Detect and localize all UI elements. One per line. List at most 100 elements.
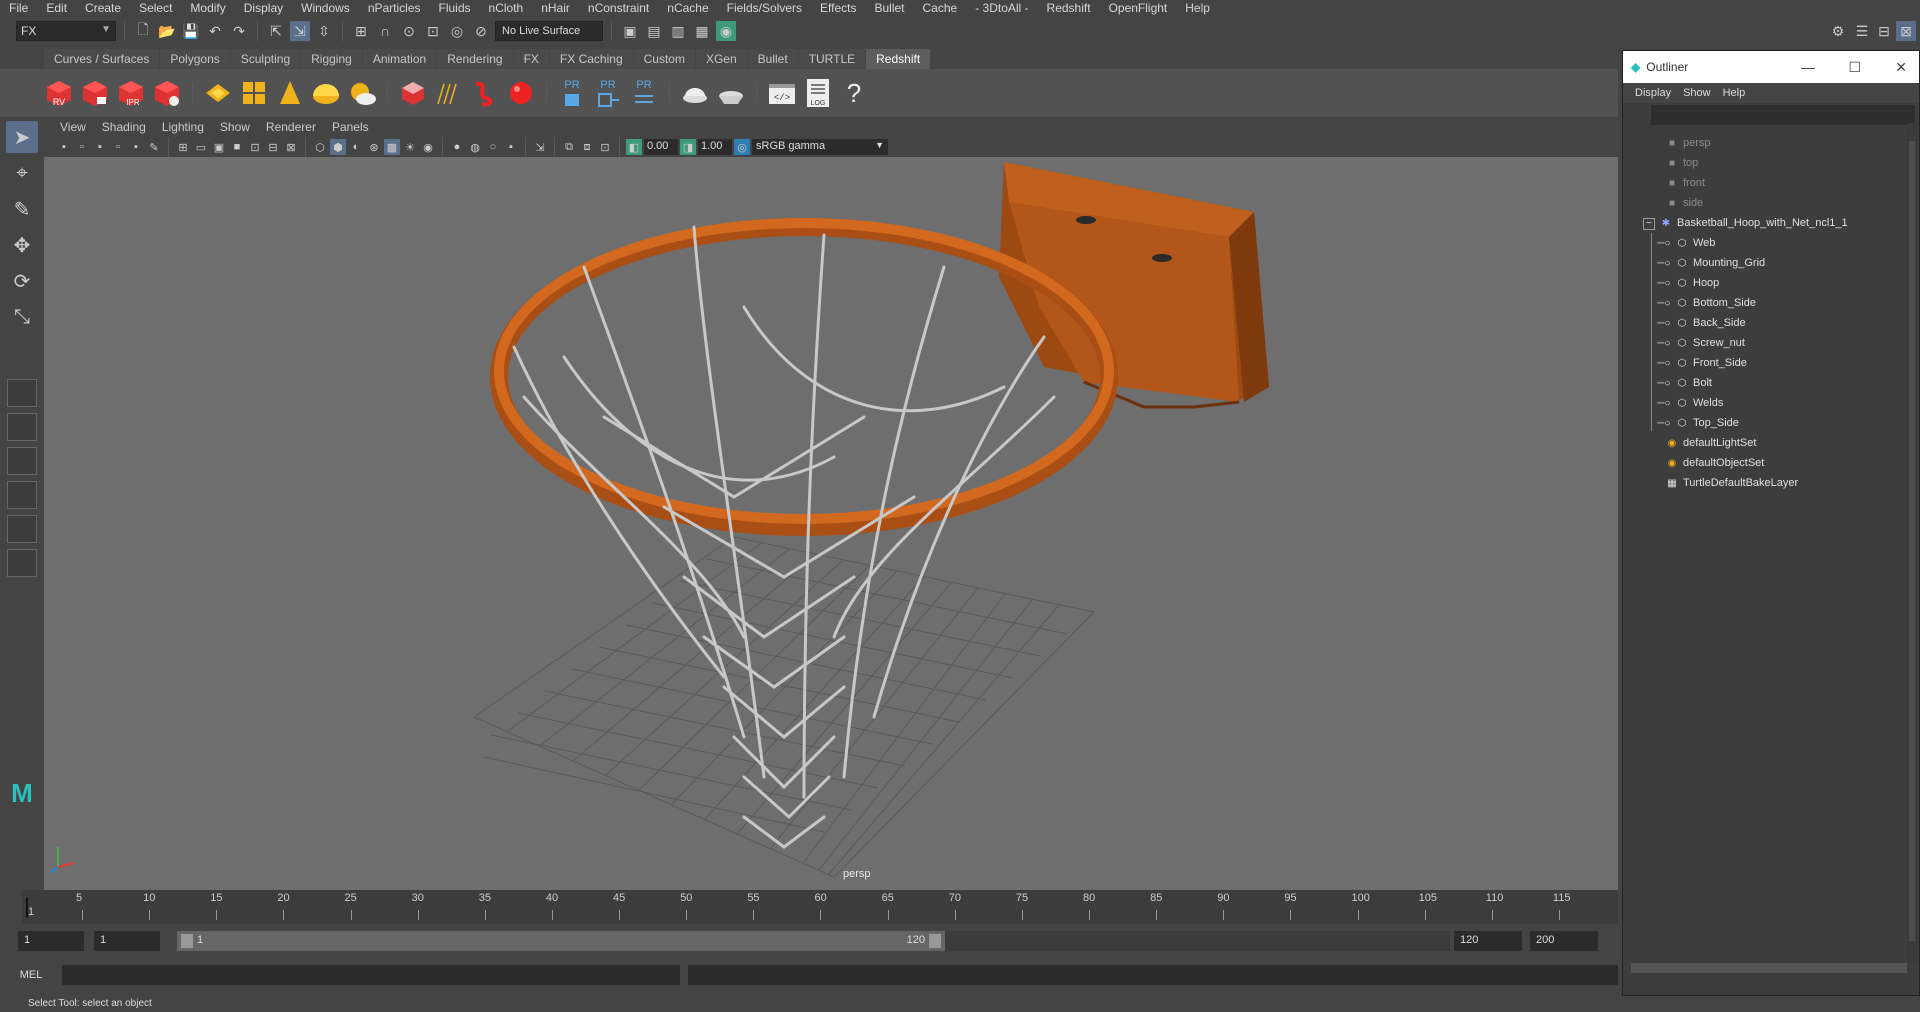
vp-menu-show[interactable]: Show — [212, 120, 258, 134]
open-scene-icon[interactable]: 📂 — [157, 21, 177, 41]
shelf-tab-turtle[interactable]: TURTLE — [798, 49, 866, 69]
channel-box-icon[interactable]: ⊠ — [1896, 21, 1916, 41]
start-time-field[interactable]: 1 — [18, 931, 84, 951]
scrollbar-thumb[interactable] — [1909, 141, 1915, 941]
shelf-tab-fx[interactable]: FX — [513, 49, 549, 69]
outliner-row-default-light-set[interactable]: ◉ defaultLightSet — [1665, 433, 1757, 453]
snap-view-icon[interactable]: ⊡ — [423, 21, 443, 41]
render-settings-icon[interactable]: ▦ — [692, 21, 712, 41]
new-scene-icon[interactable]: 🗋 — [133, 21, 153, 41]
outliner-row-group[interactable]: − ✱ Basketball_Hoop_with_Net_ncl1_1 — [1643, 213, 1848, 233]
workspace-icon[interactable]: ⚙ — [1828, 21, 1848, 41]
outliner-row-persp[interactable]: ■ persp — [1665, 133, 1711, 153]
range-end-handle[interactable] — [929, 934, 941, 948]
render-view-icon[interactable]: ▣ — [620, 21, 640, 41]
playback-end-field[interactable]: 120 — [1454, 931, 1522, 951]
menu-nhair[interactable]: nHair — [532, 0, 579, 17]
portal-light-icon[interactable] — [239, 76, 269, 110]
textured-icon[interactable]: ▩ — [384, 139, 400, 155]
outliner-row-turtle-bake-layer[interactable]: ▦ TurtleDefaultBakeLayer — [1665, 473, 1798, 493]
grease-pencil-icon[interactable]: ✎ — [146, 139, 162, 155]
outliner-row-default-object-set[interactable]: ◉ defaultObjectSet — [1665, 453, 1765, 473]
gamma-icon[interactable]: ◨ — [680, 139, 696, 155]
two-d-pan-icon[interactable]: ▪ — [128, 139, 144, 155]
default-material-icon[interactable]: ◐ — [348, 139, 364, 155]
shelf-tab-xgen[interactable]: XGen — [695, 49, 747, 69]
menu-select[interactable]: Select — [130, 0, 181, 17]
menu-display[interactable]: Display — [235, 0, 292, 17]
redo-icon[interactable]: ↷ — [229, 21, 249, 41]
shelf-tab-custom[interactable]: Custom — [633, 49, 695, 69]
outliner-horizontal-scrollbar[interactable] — [1631, 963, 1907, 973]
paint-select-icon[interactable]: ✎ — [6, 193, 38, 225]
time-slider[interactable]: 1 5 10 15 20 25 30 35 40 45 50 55 60 65 70 75 80 85 90 95 1… — [22, 890, 1618, 924]
color-management-icon[interactable]: ◎ — [734, 139, 750, 155]
shelf-tab-curves[interactable]: Curves / Surfaces — [44, 49, 160, 69]
xray-components-icon[interactable]: ⊡ — [597, 139, 613, 155]
lasso-tool-icon[interactable]: ⌖ — [6, 157, 38, 189]
menu-cache[interactable]: Cache — [914, 0, 967, 17]
menu-file[interactable]: File — [0, 0, 37, 17]
safe-title-icon[interactable]: ⊠ — [283, 139, 299, 155]
sphere-icon[interactable] — [506, 76, 536, 110]
menu-redshift[interactable]: Redshift — [1038, 0, 1100, 17]
dome-light-icon[interactable] — [311, 76, 341, 110]
resolution-gate-icon[interactable]: ▣ — [211, 139, 227, 155]
outliner-row-hoop[interactable]: ─○ ⬡ Hoop — [1657, 273, 1719, 293]
menu-create[interactable]: Create — [76, 0, 130, 17]
select-hierarchy-icon[interactable]: ⇱ — [266, 21, 286, 41]
vp-menu-shading[interactable]: Shading — [94, 120, 154, 134]
shadows-icon[interactable]: ◉ — [420, 139, 436, 155]
vp-menu-renderer[interactable]: Renderer — [258, 120, 324, 134]
menu-modify[interactable]: Modify — [181, 0, 234, 17]
mel-input[interactable] — [62, 965, 680, 985]
redshift-render-view-icon[interactable]: RV — [44, 76, 74, 110]
attribute-editor-icon[interactable]: ☰ — [1852, 21, 1872, 41]
safe-action-icon[interactable]: ⊟ — [265, 139, 281, 155]
xray-joints-icon[interactable]: ⧈ — [579, 139, 595, 155]
end-time-field[interactable]: 200 — [1530, 931, 1598, 951]
grid-icon[interactable]: ⊞ — [175, 139, 191, 155]
outliner-menu-show[interactable]: Show — [1677, 87, 1717, 99]
outliner-row-front[interactable]: ■ front — [1665, 173, 1705, 193]
exposure-icon[interactable]: ◧ — [626, 139, 642, 155]
maximize-icon[interactable]: ☐ — [1848, 59, 1861, 76]
outliner-row-top[interactable]: ■ top — [1665, 153, 1698, 173]
menu-nconstraint[interactable]: nConstraint — [579, 0, 658, 17]
move-tool-icon[interactable]: ✥ — [6, 229, 38, 261]
proxy-icon[interactable] — [398, 76, 428, 110]
outliner-row-bolt[interactable]: ─○ ⬡ Bolt — [1657, 373, 1712, 393]
persp-graph-layout-icon[interactable] — [7, 481, 37, 509]
redshift-render-icon[interactable] — [80, 76, 110, 110]
snap-grid-icon[interactable]: ⊞ — [351, 21, 371, 41]
script-editor-icon[interactable]: </> — [767, 76, 797, 110]
redshift-settings-icon[interactable] — [152, 76, 182, 110]
screen-space-ao-icon[interactable]: ● — [449, 139, 465, 155]
outliner-row-front-side[interactable]: ─○ ⬡ Front_Side — [1657, 353, 1746, 373]
close-icon[interactable]: ✕ — [1895, 59, 1907, 76]
minimize-icon[interactable]: — — [1801, 59, 1815, 75]
live-surface-field[interactable]: No Live Surface — [495, 21, 603, 41]
outliner-row-bottom-side[interactable]: ─○ ⬡ Bottom_Side — [1657, 293, 1756, 313]
pr-camera-icon[interactable]: PR — [557, 76, 587, 110]
curve-icon[interactable] — [470, 76, 500, 110]
snap-point-icon[interactable]: ⊙ — [399, 21, 419, 41]
menu-3dtoall[interactable]: - 3DtoAll - — [966, 0, 1037, 17]
range-start-handle[interactable] — [181, 934, 193, 948]
wireframe-on-shaded-icon[interactable]: ⊛ — [366, 139, 382, 155]
menu-fields-solvers[interactable]: Fields/Solvers — [718, 0, 811, 17]
shelf-tab-polygons[interactable]: Polygons — [160, 49, 230, 69]
camera-select-icon[interactable]: ▪ — [56, 139, 72, 155]
outliner-row-welds[interactable]: ─○ ⬡ Welds — [1657, 393, 1723, 413]
outliner-search-input[interactable] — [1651, 105, 1915, 125]
menu-bullet[interactable]: Bullet — [865, 0, 913, 17]
vp-menu-view[interactable]: View — [52, 120, 94, 134]
help-icon[interactable]: ? — [839, 76, 869, 110]
mel-label[interactable]: MEL — [0, 969, 62, 981]
material-ball-icon[interactable] — [680, 76, 710, 110]
exposure-field[interactable]: 0.00 — [644, 139, 678, 155]
shelf-tab-fx-caching[interactable]: FX Caching — [549, 49, 633, 69]
material-bowl-icon[interactable] — [716, 76, 746, 110]
image-plane-icon[interactable]: ▫ — [110, 139, 126, 155]
outliner-row-web[interactable]: ─○ ⬡ Web — [1657, 233, 1715, 253]
